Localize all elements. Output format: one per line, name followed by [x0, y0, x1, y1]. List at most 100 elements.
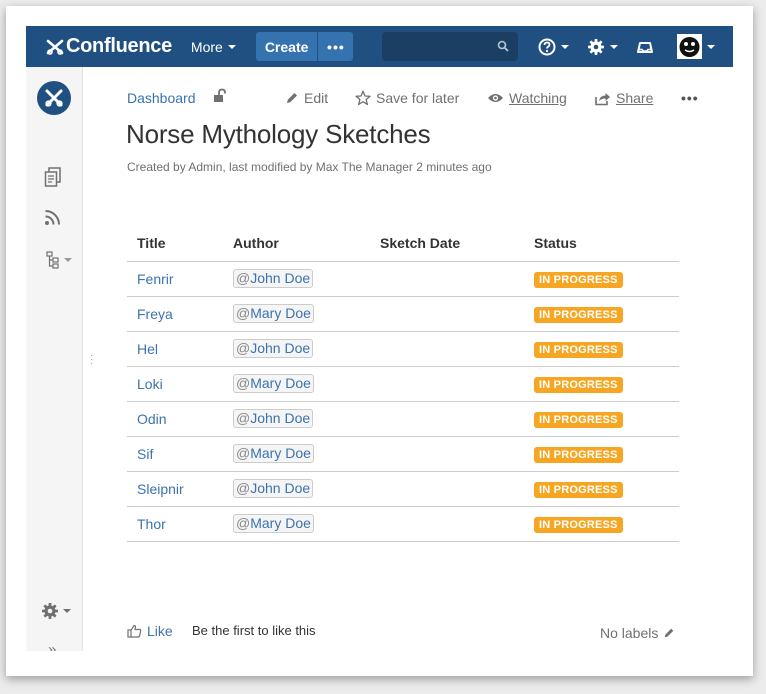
table-row: Fenrir @John Doe IN PROGRESS	[127, 261, 679, 297]
user-menu[interactable]	[677, 34, 716, 59]
table-row: Sif @Mary Doe IN PROGRESS	[127, 436, 679, 472]
chevron-down-icon	[610, 44, 619, 49]
watching-label: Watching	[509, 90, 567, 106]
expand-sidebar-button[interactable]: »	[48, 641, 56, 651]
save-for-later-button[interactable]: Save for later	[355, 90, 459, 106]
edit-button[interactable]: Edit	[285, 90, 328, 106]
mention-prefix: @	[236, 410, 251, 426]
sidebar-resize-handle[interactable]: · · ·	[90, 351, 93, 369]
edit-labels-icon[interactable]	[663, 627, 675, 639]
star-icon	[355, 90, 371, 106]
space-logo-icon	[45, 89, 63, 107]
column-header-sketch-date: Sketch Date	[370, 225, 524, 262]
chevron-down-icon	[561, 44, 570, 49]
watching-button[interactable]: Watching	[487, 90, 567, 106]
expand-icon: »	[48, 641, 57, 651]
app-name: Confluence	[66, 35, 172, 57]
breadcrumb-dashboard[interactable]: Dashboard	[127, 90, 196, 106]
sketch-date-cell	[370, 366, 524, 402]
table-row: Sleipnir @John Doe IN PROGRESS	[127, 471, 679, 507]
mention-name: John Doe	[250, 270, 311, 286]
chevron-down-icon	[64, 258, 72, 262]
page-tree-toggle[interactable]	[46, 251, 72, 269]
screenshot-frame: Confluence More Create ••• » · · · Dashb…	[6, 6, 753, 676]
page-link-title[interactable]: Thor	[137, 516, 166, 532]
sketch-date-cell	[370, 331, 524, 367]
page-link-title[interactable]: Sleipnir	[137, 481, 184, 497]
notifications-button[interactable]	[636, 39, 654, 55]
more-menu[interactable]: More	[191, 39, 236, 55]
mention-prefix: @	[236, 305, 251, 321]
like-button[interactable]: Like	[127, 623, 173, 639]
settings-icon	[588, 38, 605, 55]
search-input[interactable]	[382, 32, 493, 61]
page-link-title[interactable]: Odin	[137, 411, 167, 427]
user-mention[interactable]: @John Doe	[233, 339, 314, 358]
page-byline: Created by Admin, last modified by Max T…	[127, 160, 492, 174]
mention-name: John Doe	[250, 410, 311, 426]
pages-icon	[44, 167, 61, 187]
mention-prefix: @	[236, 340, 251, 356]
share-button[interactable]: Share	[594, 90, 653, 106]
share-label: Share	[616, 90, 654, 106]
confluence-window: Confluence More Create ••• » · · · Dashb…	[26, 26, 733, 651]
confluence-logo[interactable]: Confluence	[46, 35, 172, 58]
chevron-down-icon	[227, 44, 236, 49]
space-logo[interactable]	[37, 81, 71, 115]
status-badge: IN PROGRESS	[534, 411, 623, 428]
help-menu[interactable]	[538, 38, 570, 56]
status-badge: IN PROGRESS	[534, 306, 623, 323]
blog-feed-icon	[45, 210, 60, 225]
user-mention[interactable]: @Mary Doe	[233, 514, 314, 533]
user-mention[interactable]: @John Doe	[233, 479, 314, 498]
column-header-status: Status	[524, 225, 679, 262]
mention-prefix: @	[236, 270, 251, 286]
like-summary: Be the first to like this	[192, 623, 316, 638]
edit-label: Edit	[304, 90, 329, 106]
table-row: Thor @Mary Doe IN PROGRESS	[127, 506, 679, 542]
confluence-logo-icon	[46, 39, 64, 55]
user-mention[interactable]: @John Doe	[233, 409, 314, 428]
more-menu-label: More	[190, 38, 223, 55]
mention-name: Mary Doe	[250, 445, 311, 461]
restrictions-button[interactable]	[213, 88, 227, 109]
more-actions-button[interactable]: •••	[681, 90, 699, 106]
page-link-title[interactable]: Freya	[137, 306, 173, 322]
blog-link[interactable]	[44, 208, 62, 226]
settings-menu[interactable]	[587, 38, 619, 56]
user-mention[interactable]: @Mary Doe	[233, 304, 314, 323]
mention-name: Mary Doe	[250, 375, 311, 391]
mention-prefix: @	[236, 515, 251, 531]
sketch-date-cell	[370, 401, 524, 437]
page-link-title[interactable]: Sif	[137, 446, 153, 462]
page-link-title[interactable]: Fenrir	[137, 271, 174, 287]
space-tools-icon	[42, 603, 58, 619]
user-mention[interactable]: @John Doe	[233, 269, 314, 288]
table-row: Hel @John Doe IN PROGRESS	[127, 331, 679, 367]
pages-link[interactable]	[44, 167, 62, 187]
create-more-button[interactable]: •••	[318, 32, 354, 61]
status-badge: IN PROGRESS	[534, 341, 623, 358]
search-icon[interactable]	[497, 40, 510, 52]
sketch-date-cell	[370, 261, 524, 297]
status-badge: IN PROGRESS	[534, 481, 623, 498]
mention-prefix: @	[236, 445, 251, 461]
table-row: Loki @Mary Doe IN PROGRESS	[127, 366, 679, 402]
space-tools-menu[interactable]	[41, 602, 71, 620]
create-button[interactable]: Create	[255, 32, 318, 61]
notifications-icon	[637, 41, 654, 53]
user-mention[interactable]: @Mary Doe	[233, 374, 314, 393]
page-link-title[interactable]: Loki	[137, 376, 163, 392]
pencil-icon	[287, 93, 297, 103]
status-badge: IN PROGRESS	[534, 516, 623, 533]
page-link-title[interactable]: Hel	[137, 341, 158, 357]
page-title: Norse Mythology Sketches	[126, 119, 431, 149]
table-row: Odin @John Doe IN PROGRESS	[127, 401, 679, 437]
status-badge: IN PROGRESS	[534, 376, 623, 393]
eye-icon	[488, 94, 503, 102]
page-tree-icon	[46, 251, 59, 269]
thumbs-up-icon	[127, 624, 142, 638]
user-mention[interactable]: @Mary Doe	[233, 444, 314, 463]
search-box	[382, 32, 519, 61]
chevron-down-icon	[707, 44, 716, 49]
